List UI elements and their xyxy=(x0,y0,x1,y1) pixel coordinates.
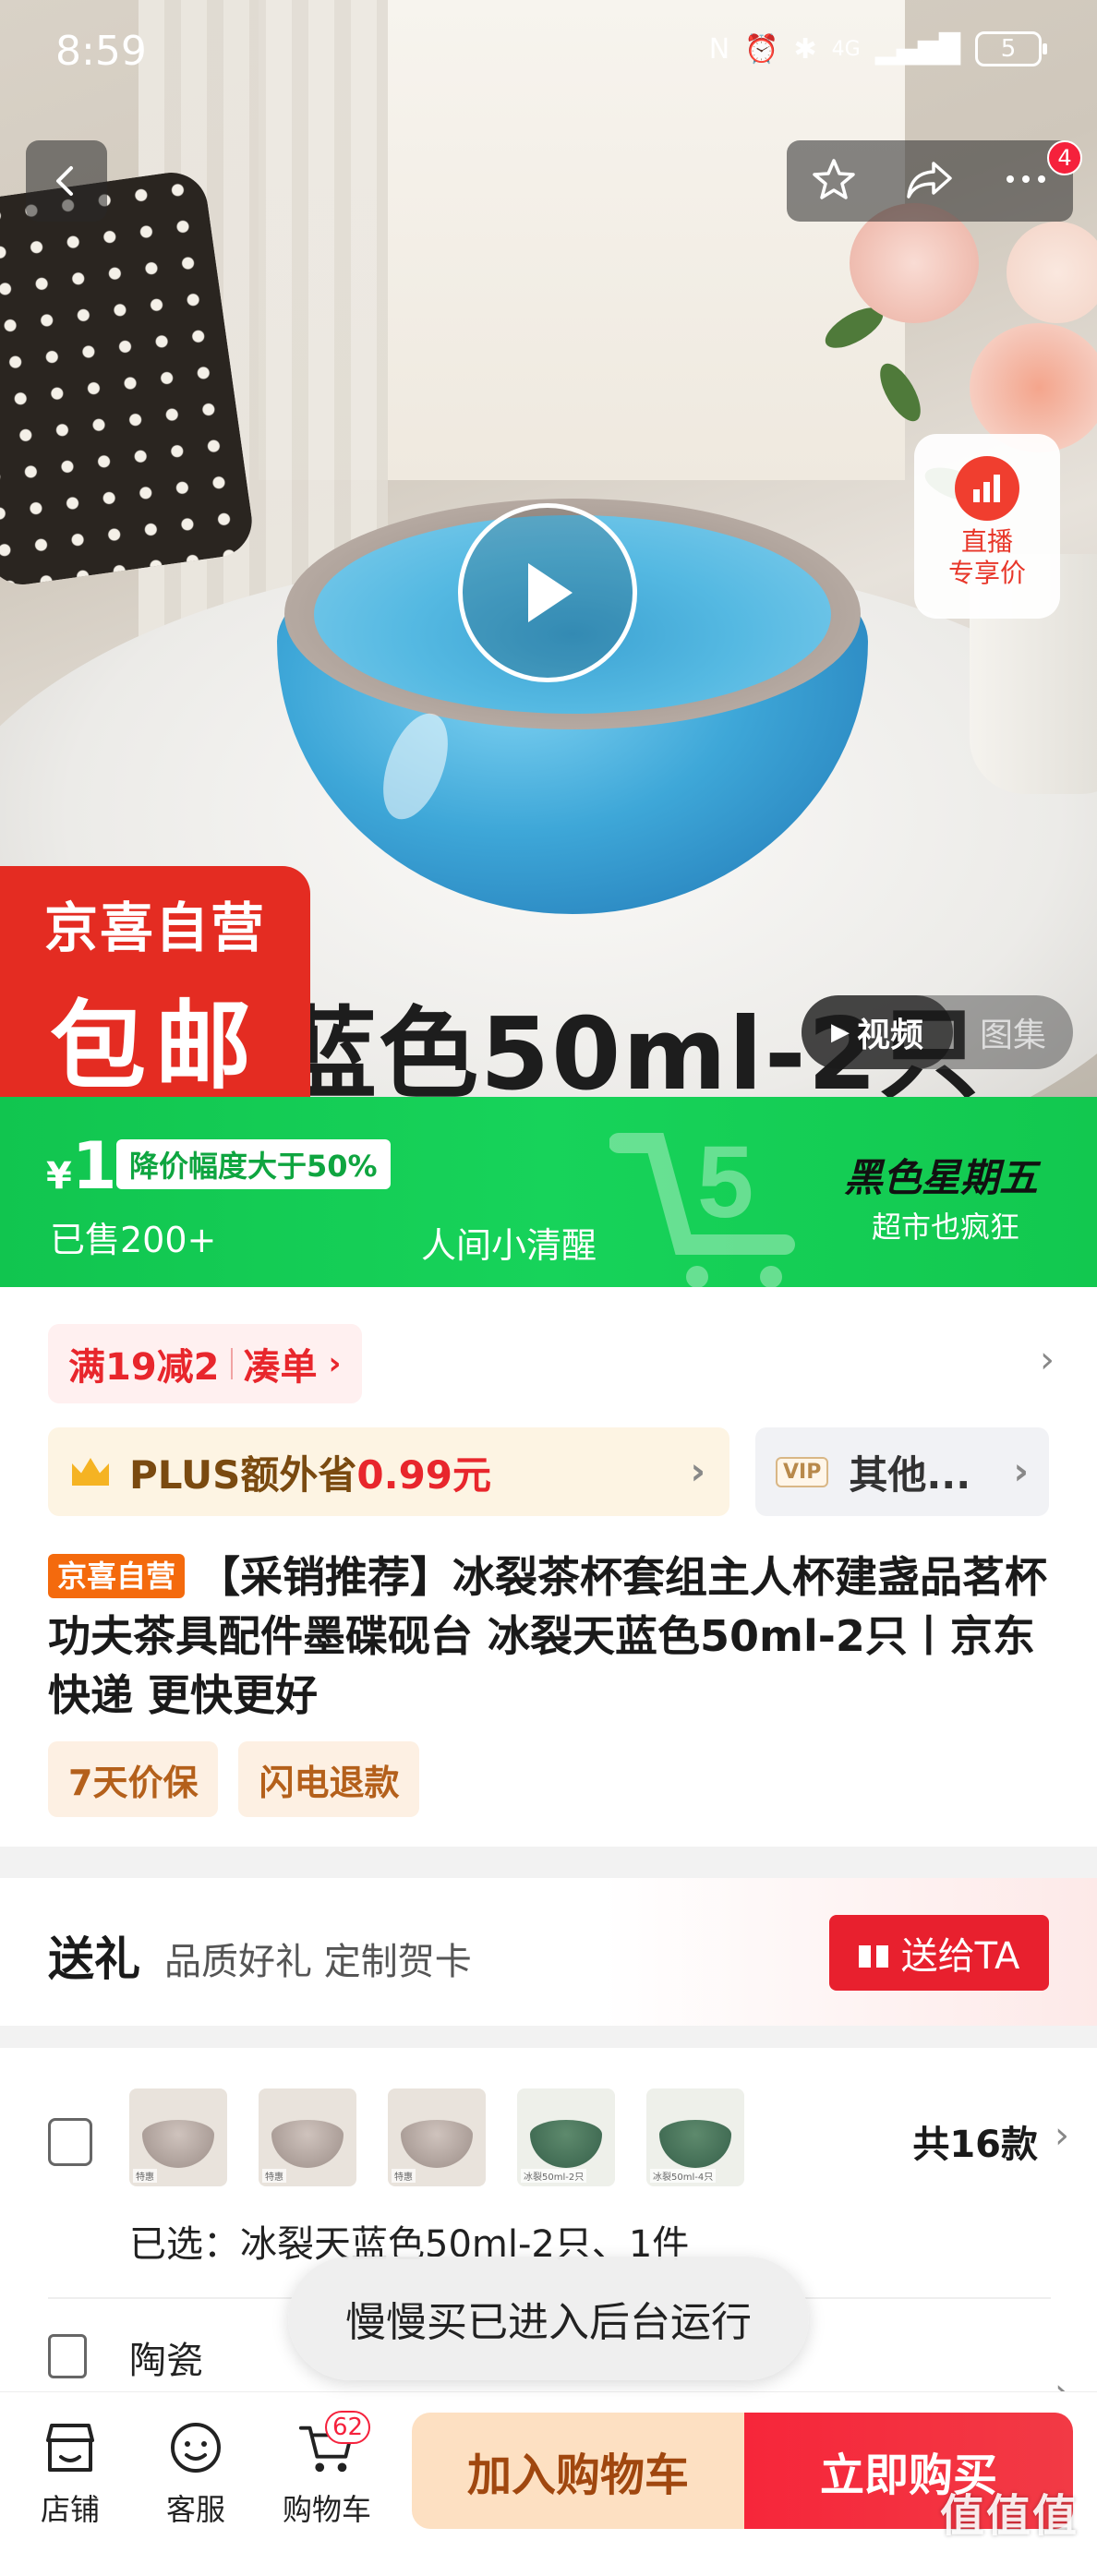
bottom-action-bar: 店铺 客服 购物车 62 加入购物车 立即购买 xyxy=(0,2391,1097,2576)
sku-thumbnail[interactable]: 特惠 xyxy=(129,2088,227,2186)
live-label-2: 专享价 xyxy=(947,558,1026,588)
top-action-group xyxy=(787,140,1073,222)
site-watermark: 值值值 zhizhizhi.com xyxy=(940,2479,1079,2563)
price-drop-tag: 降价幅度大于50% xyxy=(116,1139,391,1189)
plus-amount: 0.99元 xyxy=(356,1451,492,1498)
coupon-sub: 凑单 xyxy=(243,1346,318,1389)
gift-title: 送礼 xyxy=(48,1932,140,1986)
svg-text:5: 5 xyxy=(697,1125,753,1239)
sold-count: 已售200+ xyxy=(50,1220,217,1260)
send-gift-button[interactable]: 送给TA xyxy=(829,1915,1049,1991)
coupon-main: 满19减2 xyxy=(68,1346,220,1389)
coupon-divider xyxy=(230,1348,233,1379)
chevron-right-icon[interactable]: › xyxy=(1055,2114,1069,2157)
back-button[interactable] xyxy=(26,140,107,222)
more-dots-icon xyxy=(1007,175,1046,183)
selection-icon xyxy=(48,2118,92,2166)
watermark-url: zhizhizhi.com xyxy=(953,2544,1066,2563)
chevron-right-icon[interactable]: › xyxy=(1040,1339,1055,1381)
more-button[interactable] xyxy=(1003,170,1049,192)
event-title: 黑色星期五 xyxy=(844,1155,1039,1200)
service-tag[interactable]: 闪电退款 xyxy=(238,1741,420,1817)
status-bar: 8:59 N ⏰ ✱ 4G ▂▄▆█ 5 xyxy=(0,0,1097,109)
product-info-card: 满19减2 凑单 › › PLUS额外省 0.99元 › VIP 其他... ›… xyxy=(0,1287,1097,1847)
cart-count-badge: 62 xyxy=(325,2411,371,2444)
cart-label: 购物车 xyxy=(282,2492,371,2527)
play-icon xyxy=(528,563,573,622)
shop-label: 店铺 xyxy=(40,2492,100,2527)
vip-icon: VIP xyxy=(776,1456,829,1487)
signal-icon: ▂▄▆█ xyxy=(874,32,960,66)
live-label-1: 直播 xyxy=(960,526,1013,557)
promo-price-bar: 5 ¥1 降价幅度大于50% 已售200+ 人间小清醒 黑色星期五 超市也疯狂 xyxy=(0,1097,1097,1287)
promo-cart-icon: 5 xyxy=(609,1125,795,1287)
badge-line-2: 包邮 xyxy=(49,990,260,1102)
customer-service-button[interactable]: 客服 xyxy=(140,2418,251,2529)
sku-thumbnail[interactable]: 冰裂50ml-4只 xyxy=(646,2088,744,2186)
plus-savings[interactable]: PLUS额外省 0.99元 › xyxy=(48,1427,729,1516)
network-label: 4G xyxy=(831,37,861,61)
promo-price: ¥1 xyxy=(46,1128,117,1204)
status-icons: N ⏰ ✱ 4G ▂▄▆█ 5 xyxy=(708,31,1047,66)
gift-icon xyxy=(858,1938,888,1968)
jingxi-tag: 京喜自营 xyxy=(48,1554,186,1598)
favorite-button[interactable] xyxy=(811,156,857,206)
add-to-cart-button[interactable]: 加入购物车 xyxy=(412,2413,744,2529)
promo-slogan: 人间小清醒 xyxy=(421,1225,597,1266)
badge-line-1: 京喜自营 xyxy=(43,897,266,959)
bluetooth-icon: ✱ xyxy=(793,32,817,66)
gift-subtitle: 品质好礼 定制贺卡 xyxy=(164,1941,472,1983)
sku-thumbnail[interactable]: 冰裂50ml-2只 xyxy=(517,2088,615,2186)
document-icon xyxy=(48,2334,87,2378)
background-run-toast: 慢慢买已进入后台运行 xyxy=(288,2257,809,2380)
media-toggle: ▶ 视频 图集 xyxy=(802,995,1073,1069)
sku-count[interactable]: 共16款 xyxy=(912,2114,1038,2168)
service-tag[interactable]: 7天价保 xyxy=(48,1741,219,1817)
plus-label: PLUS额外省 xyxy=(129,1451,357,1498)
jingxi-free-shipping-badge: 京喜自营 包邮 xyxy=(0,866,310,1102)
sku-thumbnail[interactable]: 特惠 xyxy=(388,2088,486,2186)
share-icon xyxy=(907,162,952,199)
chevron-left-icon xyxy=(56,166,73,196)
chevron-right-icon: › xyxy=(1013,1451,1029,1493)
vip-other-offers[interactable]: VIP 其他... › xyxy=(755,1427,1049,1516)
chevron-right-icon: › xyxy=(690,1451,705,1493)
material-attribute: 陶瓷 xyxy=(129,2340,203,2382)
play-small-icon: ▶ xyxy=(831,1018,850,1046)
battery-icon: 5 xyxy=(975,31,1047,66)
product-title: 京喜自营 【采销推荐】冰裂茶杯套组主人杯建盏品茗杯功夫茶具配件墨碟砚台 冰裂天蓝色… xyxy=(48,1552,1048,1720)
nfc-icon: N xyxy=(708,32,730,66)
crown-icon xyxy=(72,1458,109,1486)
chevron-right-icon: › xyxy=(328,1345,342,1382)
event-subtitle: 超市也疯狂 xyxy=(872,1210,1020,1245)
service-face-icon xyxy=(166,2418,225,2477)
message-count-badge: 4 xyxy=(1047,140,1082,175)
sku-thumbnails: 特惠 特惠 特惠 冰裂50ml-2只 冰裂50ml-4只 xyxy=(129,2088,744,2186)
tab-gallery[interactable]: 图集 xyxy=(953,1008,1073,1056)
alarm-icon: ⏰ xyxy=(744,32,779,66)
sku-thumbnail[interactable]: 特惠 xyxy=(259,2088,356,2186)
star-icon xyxy=(812,159,855,199)
live-price-card[interactable]: 直播 专享价 xyxy=(914,434,1060,619)
gift-section: 送礼 品质好礼 定制贺卡 送给TA xyxy=(0,1878,1097,2026)
vip-label: 其他... xyxy=(849,1451,971,1498)
status-time: 8:59 xyxy=(55,28,147,75)
tab-video[interactable]: ▶ 视频 xyxy=(802,995,954,1069)
service-tags: 7天价保 闪电退款 xyxy=(48,1741,420,1817)
watermark-title: 值值值 xyxy=(939,2490,1079,2542)
shop-button[interactable]: 店铺 xyxy=(15,2418,126,2529)
coupon-row[interactable]: 满19减2 凑单 › xyxy=(48,1324,362,1403)
play-video-button[interactable] xyxy=(458,503,637,682)
share-button[interactable] xyxy=(904,156,956,206)
service-label: 客服 xyxy=(165,2492,225,2527)
live-bars-icon xyxy=(955,456,1019,521)
shop-icon xyxy=(41,2418,100,2477)
